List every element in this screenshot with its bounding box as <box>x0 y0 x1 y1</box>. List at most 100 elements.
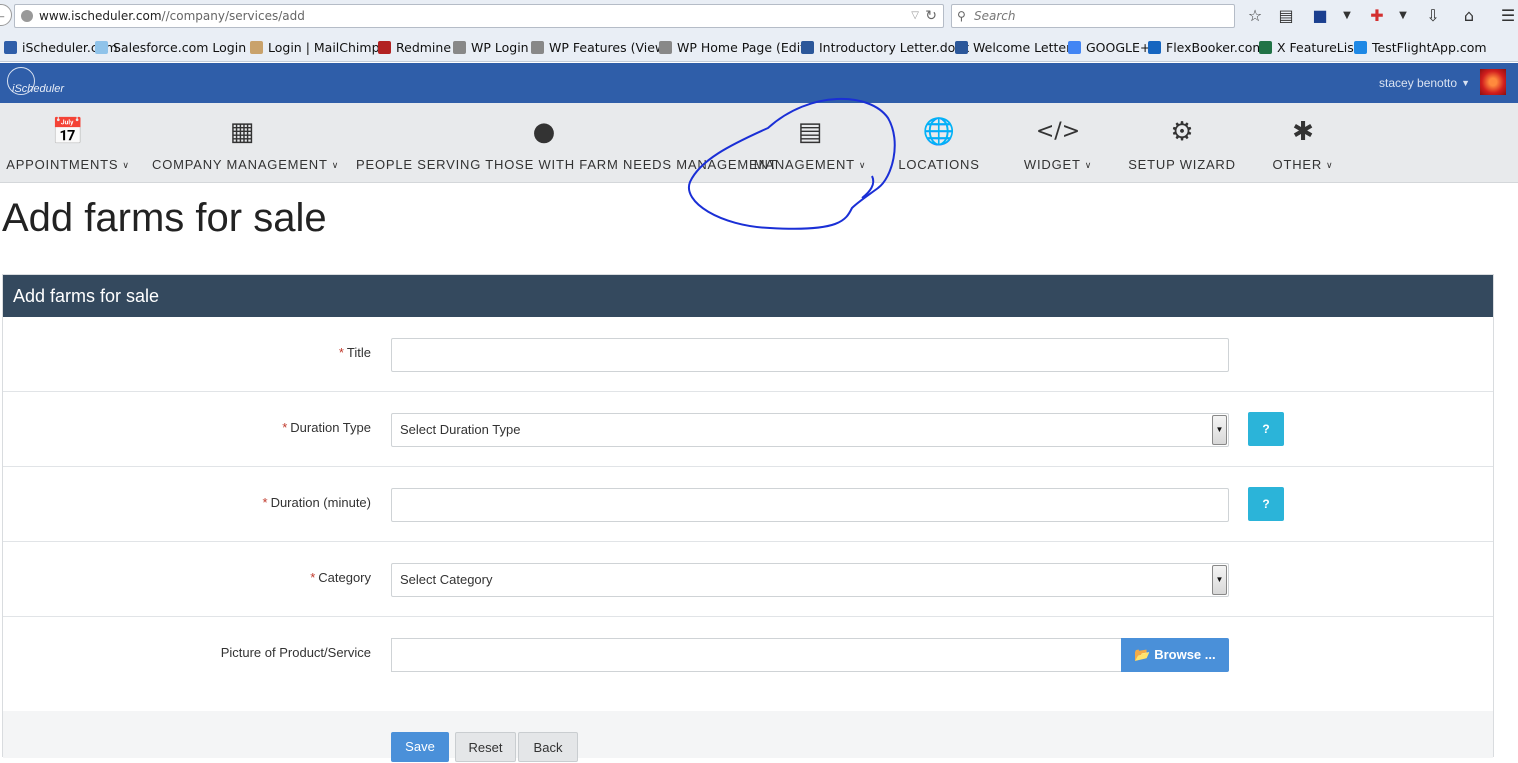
globe-icon <box>21 10 33 22</box>
avatar[interactable] <box>1480 69 1506 95</box>
duration-type-help-button[interactable]: ? <box>1248 412 1284 446</box>
back-button[interactable]: Back <box>518 732 578 762</box>
excel-icon <box>1259 41 1272 54</box>
title-label: * Title <box>339 345 371 360</box>
addon-dropdown-icon[interactable]: ▼ <box>1393 6 1413 26</box>
bookmark-google-plus[interactable]: GOOGLE+ <box>1068 40 1150 55</box>
browser-toolbar: ← www.ischeduler.com//company/services/a… <box>0 0 1518 34</box>
reload-icon[interactable]: ↻ <box>925 5 937 27</box>
bookmark-label: WP Features (View) <box>549 40 671 55</box>
bookmark-wp-login[interactable]: WP Login <box>453 40 529 55</box>
label-text: Duration (minute) <box>270 495 371 510</box>
nav-setup-wizard[interactable]: ⚙ SETUP WIZARD <box>1128 103 1236 183</box>
chevron-down-icon: ▼ <box>1461 78 1470 88</box>
bookmark-label: X FeatureList <box>1277 40 1359 55</box>
bookmark-intro-letter[interactable]: Introductory Letter.docx <box>801 40 970 55</box>
form-actions: Save Reset Back <box>3 711 1493 762</box>
user-icon: ● <box>532 117 556 147</box>
bookmark-label: Welcome Letter <box>973 40 1072 55</box>
url-history-dropdown-icon[interactable]: ▽ <box>911 5 919 27</box>
browse-label: Browse ... <box>1154 647 1216 662</box>
wordpress-icon <box>453 41 466 54</box>
required-mark: * <box>338 345 344 360</box>
picture-file-field[interactable] <box>391 638 1121 672</box>
bookmarks-bar: iScheduler.com Salesforce.com Login ... … <box>0 34 1518 62</box>
reading-list-icon[interactable]: ▤ <box>1276 6 1296 26</box>
folder-open-icon: 📂 <box>1134 647 1151 662</box>
save-dropdown-icon[interactable]: ▼ <box>1337 6 1357 26</box>
search-placeholder: Search <box>974 9 1016 23</box>
chevron-down-icon[interactable]: ▼ <box>1212 415 1227 445</box>
menu-icon[interactable]: ☰ <box>1498 6 1518 26</box>
nav-label: WIDGET ∨ <box>1020 157 1096 172</box>
bookmark-featurelist[interactable]: X FeatureList <box>1259 40 1359 55</box>
duration-minute-label: * Duration (minute) <box>263 495 372 510</box>
home-icon[interactable]: ⌂ <box>1459 6 1479 26</box>
panel-heading: Add farms for sale <box>3 275 1493 317</box>
bookmark-label: Login | MailChimp <box>268 40 380 55</box>
bookmark-label: WP Login <box>471 40 529 55</box>
nav-label-text: OTHER <box>1272 157 1323 172</box>
chevron-down-icon: ∨ <box>1084 160 1093 170</box>
bookmark-label: Introductory Letter.docx <box>819 40 970 55</box>
label-text: Duration Type <box>290 420 371 435</box>
form-row-duration-type: * Duration Type Select Duration Type ▼ ? <box>3 392 1493 467</box>
bookmark-wp-home[interactable]: WP Home Page (Edit) <box>659 40 810 55</box>
user-menu[interactable]: stacey benotto ▼ <box>1379 76 1470 90</box>
title-input[interactable] <box>391 338 1229 372</box>
nav-label: COMPANY MANAGEMENT ∨ <box>152 157 338 172</box>
nav-label-text: COMPANY MANAGEMENT <box>152 157 328 172</box>
bookmark-flexbooker[interactable]: FlexBooker.com <box>1148 40 1265 55</box>
bookmark-wp-features[interactable]: WP Features (View) <box>531 40 670 55</box>
url-path: //company/services/add <box>161 9 305 23</box>
bookmark-star-icon[interactable]: ☆ <box>1245 6 1265 26</box>
addon-cross-icon[interactable]: ✚ <box>1367 6 1387 26</box>
browser-search-input[interactable]: ⚲ Search <box>951 4 1235 28</box>
address-bar[interactable]: www.ischeduler.com//company/services/add… <box>14 4 944 28</box>
gears-icon: ⚙ <box>1170 117 1194 147</box>
nav-label-text: APPOINTMENTS <box>6 157 119 172</box>
building-icon: ▦ <box>229 117 255 147</box>
chevron-down-icon[interactable]: ▼ <box>1212 565 1227 595</box>
nav-label-text: PEOPLE SERVING THOSE WITH FARM NEEDS MAN… <box>356 157 778 172</box>
word-doc-icon <box>801 41 814 54</box>
bookmark-testflight[interactable]: TestFlightApp.com <box>1354 40 1487 55</box>
required-mark: * <box>310 570 316 585</box>
nav-widget[interactable]: </> WIDGET ∨ <box>1020 103 1096 183</box>
bookmark-mailchimp[interactable]: Login | MailChimp <box>250 40 380 55</box>
nav-label: APPOINTMENTS ∨ <box>6 157 130 172</box>
google-icon <box>1068 41 1081 54</box>
bookmark-favicon-icon <box>4 41 17 54</box>
category-select[interactable]: Select Category ▼ <box>391 563 1229 597</box>
nav-other[interactable]: ✱ OTHER ∨ <box>1268 103 1338 183</box>
picture-label: Picture of Product/Service <box>220 645 371 660</box>
duration-type-selected: Select Duration Type <box>400 422 521 437</box>
bookmark-label: Salesforce.com Login ... <box>113 40 263 55</box>
ischeduler-logo[interactable]: iScheduler <box>4 65 66 99</box>
browse-button[interactable]: 📂 Browse ... <box>1121 638 1229 672</box>
duration-type-select[interactable]: Select Duration Type ▼ <box>391 413 1229 447</box>
bookmark-welcome-letter[interactable]: Welcome Letter <box>955 40 1071 55</box>
nav-company-management[interactable]: ▦ COMPANY MANAGEMENT ∨ <box>152 103 338 183</box>
logo-text: iScheduler <box>12 83 64 95</box>
form-row-title: * Title <box>3 317 1493 392</box>
asterisk-icon: ✱ <box>1292 117 1314 147</box>
bookmark-redmine[interactable]: Redmine <box>378 40 451 55</box>
downloads-icon[interactable]: ⇩ <box>1423 6 1443 26</box>
bookmark-salesforce[interactable]: Salesforce.com Login ... <box>95 40 262 55</box>
save-button[interactable]: Save <box>391 732 449 762</box>
reset-button[interactable]: Reset <box>455 732 516 762</box>
duration-minute-help-button[interactable]: ? <box>1248 487 1284 521</box>
nav-label-text: SETUP WIZARD <box>1128 157 1236 172</box>
duration-minute-input[interactable] <box>391 488 1229 522</box>
fb-icon <box>1148 41 1161 54</box>
annotation-circle <box>687 97 896 230</box>
form-row-category: * Category Select Category ▼ <box>3 542 1493 617</box>
category-selected: Select Category <box>400 572 493 587</box>
form-panel: Add farms for sale * Title * Duration Type… <box>2 274 1494 762</box>
browser-back-button[interactable]: ← <box>0 4 12 26</box>
nav-people-serving[interactable]: ● PEOPLE SERVING THOSE WITH FARM NEEDS M… <box>356 103 778 183</box>
chevron-down-icon: ∨ <box>122 160 130 170</box>
save-page-icon[interactable]: ■ <box>1310 6 1330 26</box>
nav-appointments[interactable]: 📅 APPOINTMENTS ∨ <box>6 103 130 183</box>
